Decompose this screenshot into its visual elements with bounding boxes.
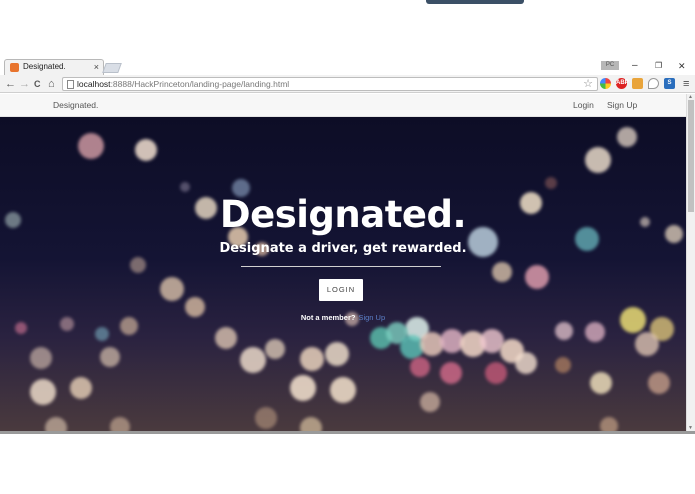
bokeh-light [330, 377, 356, 403]
bokeh-light [45, 417, 67, 431]
bokeh-light [100, 347, 120, 367]
bokeh-light [160, 277, 184, 301]
bokeh-light [555, 357, 571, 373]
bokeh-light [78, 133, 104, 159]
bokeh-light [590, 372, 612, 394]
url-host: localhost [77, 79, 111, 89]
member-text: Not a member? [300, 313, 356, 322]
bokeh-light [15, 322, 27, 334]
close-window-icon[interactable]: ✕ [678, 61, 686, 71]
home-icon[interactable]: ⌂ [48, 76, 55, 92]
tab-strip: Designated. × [0, 58, 695, 75]
page-scrollbar[interactable]: ▲ ▼ [686, 94, 695, 431]
bokeh-light [420, 392, 440, 412]
bokeh-light [545, 177, 557, 189]
designated-favicon-icon [10, 63, 19, 72]
maximize-icon[interactable]: ❐ [655, 61, 662, 71]
nav-signup-link[interactable]: Sign Up [607, 100, 637, 110]
signup-link[interactable]: Sign Up [358, 313, 385, 322]
bokeh-light [492, 262, 512, 282]
menu-icon[interactable]: ≡ [683, 77, 689, 91]
adblock-icon[interactable]: ABP [616, 78, 629, 89]
bokeh-light [635, 332, 659, 356]
color-picker-icon[interactable] [600, 78, 611, 89]
bokeh-light [180, 182, 190, 192]
bokeh-light [95, 327, 109, 341]
browser-toolbar: ← → C ⌂ localhost:8888/HackPrinceton/lan… [0, 75, 695, 93]
window-bottom-edge [0, 431, 695, 434]
bokeh-light [215, 327, 237, 349]
web-page: Designated. Login Sign Up Designated. De… [0, 94, 686, 431]
hero-subtitle: Designate a driver, get rewarded. [219, 241, 467, 256]
bokeh-light [600, 417, 618, 431]
reload-icon[interactable]: C [34, 76, 41, 92]
browser-tab[interactable]: Designated. × [4, 59, 104, 75]
tab-close-icon[interactable]: × [94, 61, 99, 73]
bokeh-light [30, 379, 56, 405]
bokeh-light [240, 347, 266, 373]
site-navbar: Designated. Login Sign Up [0, 94, 686, 117]
url-path: :8888/HackPrinceton/landing-page/landing… [110, 79, 290, 89]
new-tab-button[interactable] [102, 63, 122, 73]
address-bar[interactable]: localhost:8888/HackPrinceton/landing-pag… [62, 77, 598, 91]
scroll-thumb[interactable] [688, 100, 694, 212]
s-icon[interactable]: S [664, 78, 675, 89]
screenshot: Designated. × PC – ❐ ✕ ← → C ⌂ localhost… [0, 0, 695, 494]
back-icon[interactable]: ← [5, 76, 16, 92]
location-icon[interactable] [648, 78, 659, 89]
bokeh-light [648, 372, 670, 394]
member-prompt: Not a member? Sign Up [0, 313, 686, 322]
bokeh-light [485, 362, 507, 384]
bokeh-light [130, 257, 146, 273]
profile-badge[interactable]: PC [601, 61, 619, 70]
hero-section: Designated. Designate a driver, get rewa… [0, 117, 686, 431]
page-icon [67, 80, 74, 89]
bokeh-light [110, 417, 130, 431]
bookmark-star-icon[interactable]: ☆ [583, 77, 593, 90]
url-text: localhost:8888/HackPrinceton/landing-pag… [77, 79, 289, 89]
bokeh-light [290, 375, 316, 401]
bokeh-light [300, 417, 322, 431]
bokeh-light [300, 347, 324, 371]
bokeh-light [617, 127, 637, 147]
forward-icon[interactable]: → [19, 76, 30, 92]
nav-login-link[interactable]: Login [573, 100, 594, 110]
bokeh-light [515, 352, 537, 374]
bokeh-light [525, 265, 549, 289]
hero-divider [241, 266, 441, 267]
bokeh-light [265, 339, 285, 359]
bookmark-icon[interactable] [632, 78, 643, 89]
bokeh-light [440, 362, 462, 384]
bokeh-light [135, 139, 157, 161]
bokeh-light [555, 322, 573, 340]
bokeh-light [410, 357, 430, 377]
site-brand[interactable]: Designated. [53, 100, 98, 110]
bokeh-light [585, 147, 611, 173]
hero-title: Designated. [219, 193, 467, 236]
minimize-icon[interactable]: – [632, 61, 638, 71]
bokeh-light [70, 377, 92, 399]
login-button[interactable]: LOGIN [319, 279, 363, 301]
bokeh-light [30, 347, 52, 369]
bokeh-light [325, 342, 349, 366]
bokeh-light [585, 322, 605, 342]
bokeh-light [255, 407, 277, 429]
tab-title: Designated. [23, 62, 66, 71]
taskbar-preview-strip [426, 0, 524, 4]
